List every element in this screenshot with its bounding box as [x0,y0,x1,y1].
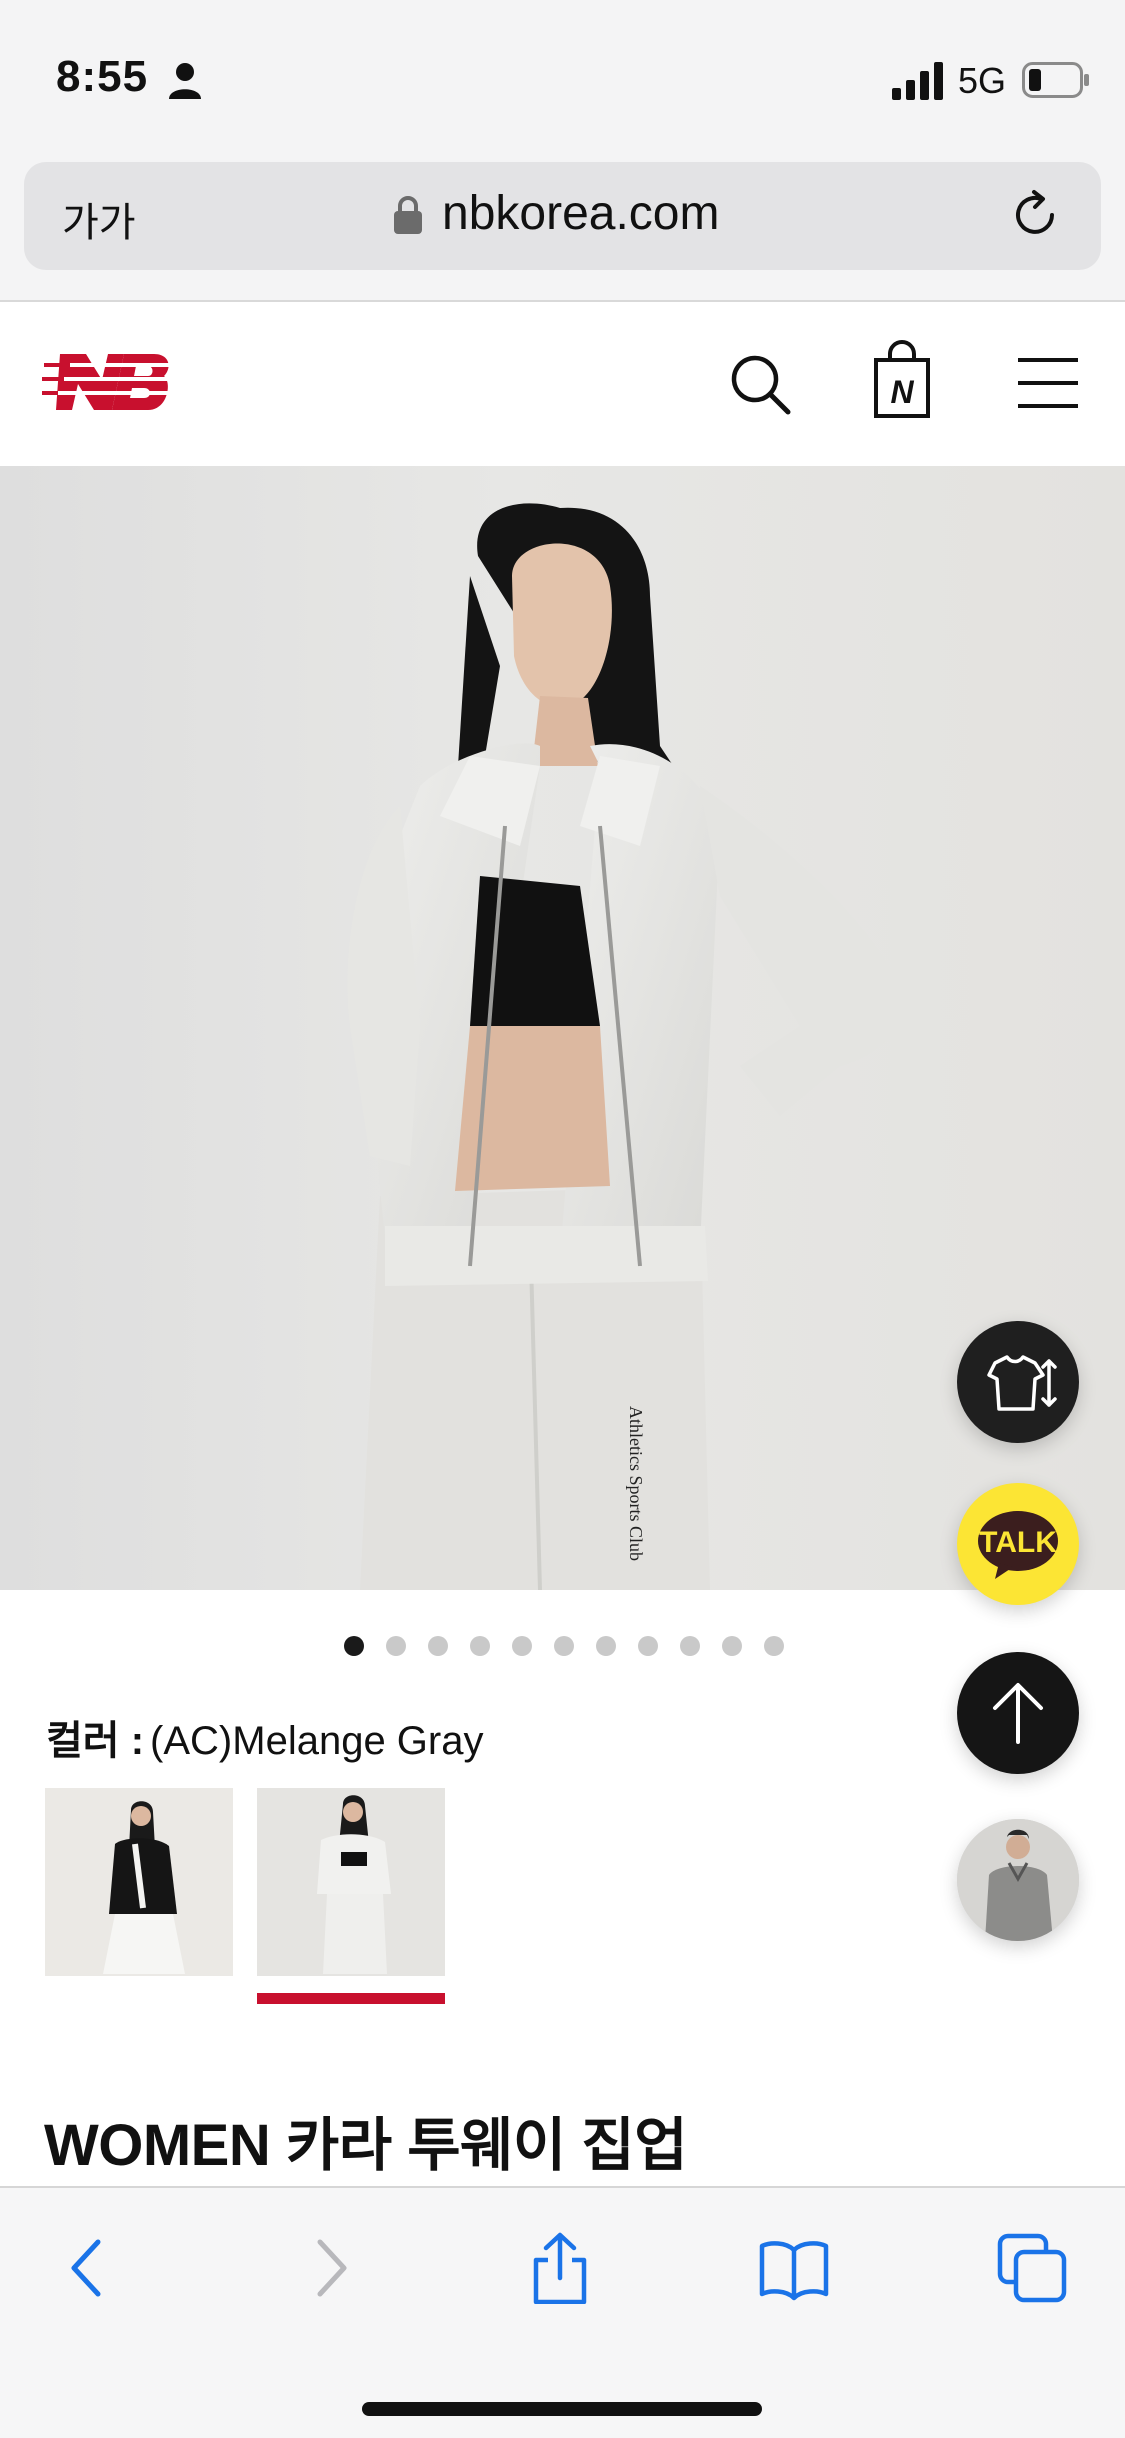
talk-bubble-icon: TALK [978,1511,1058,1579]
network-type: 5G [958,60,1007,101]
carousel-dot[interactable] [512,1636,532,1656]
color-label: 컬러 : [46,1719,145,1763]
product-title: WOMEN 카라 투웨이 집업 [44,2113,688,2178]
browser-address-area: 가가 nbkorea.com [0,160,1125,302]
back-icon[interactable] [52,2232,124,2304]
carousel-dot[interactable] [386,1636,406,1656]
carousel-dot[interactable] [764,1636,784,1656]
tabs-icon[interactable] [996,2232,1068,2304]
menu-icon[interactable] [1016,354,1080,412]
carousel-dot[interactable] [554,1636,574,1656]
talk-label: TALK [979,1526,1057,1559]
browser-toolbar [0,2186,1125,2438]
carousel-dot[interactable] [638,1636,658,1656]
size-guide-button[interactable] [957,1321,1079,1443]
carousel-dot[interactable] [596,1636,616,1656]
carousel-dots [344,1636,784,1656]
color-row: 컬러 : (AC)Melange Gray [46,1708,483,1766]
color-swatch-black[interactable] [45,1788,233,1976]
carousel-dot[interactable] [428,1636,448,1656]
kakao-talk-button[interactable]: TALK [957,1483,1079,1605]
url-domain[interactable]: nbkorea.com [442,186,719,241]
text-size-button[interactable]: 가가 [62,190,136,248]
status-time: 8:55 [56,52,149,101]
search-icon[interactable] [728,352,792,416]
battery-icon [1022,62,1089,98]
arrow-up-icon [993,1683,1043,1744]
shirt-size-icon [987,1355,1057,1411]
swatch-image-black [45,1788,233,1976]
bookmarks-icon[interactable] [758,2232,830,2304]
recently-viewed-button[interactable] [957,1819,1079,1941]
nb-logo[interactable] [42,350,174,414]
color-swatch-gray[interactable] [257,1788,445,1976]
lock-icon [394,196,422,234]
swatch-image-gray [257,1788,445,1976]
pants-print: Athletics Sports Club [626,1406,646,1561]
status-bar: 8:55 5G [0,0,1125,160]
person-icon [169,63,201,99]
color-value: (AC)Melange Gray [150,1719,484,1763]
shopping-bag-icon[interactable]: N [870,340,934,420]
reload-icon[interactable] [1008,188,1062,242]
bag-letter: N [890,374,914,410]
address-bar[interactable]: 가가 nbkorea.com [24,162,1101,270]
carousel-dot[interactable] [470,1636,490,1656]
carousel-dot[interactable] [680,1636,700,1656]
signal-icon [892,62,943,100]
selected-swatch-indicator [257,1993,445,2004]
carousel-dot[interactable] [344,1636,364,1656]
scroll-top-button[interactable] [957,1652,1079,1774]
home-indicator [362,2402,762,2416]
share-icon[interactable] [524,2232,596,2304]
carousel-dot[interactable] [722,1636,742,1656]
forward-icon[interactable] [294,2232,366,2304]
site-header: N [0,302,1125,466]
recently-viewed-thumbnail [957,1819,1079,1941]
